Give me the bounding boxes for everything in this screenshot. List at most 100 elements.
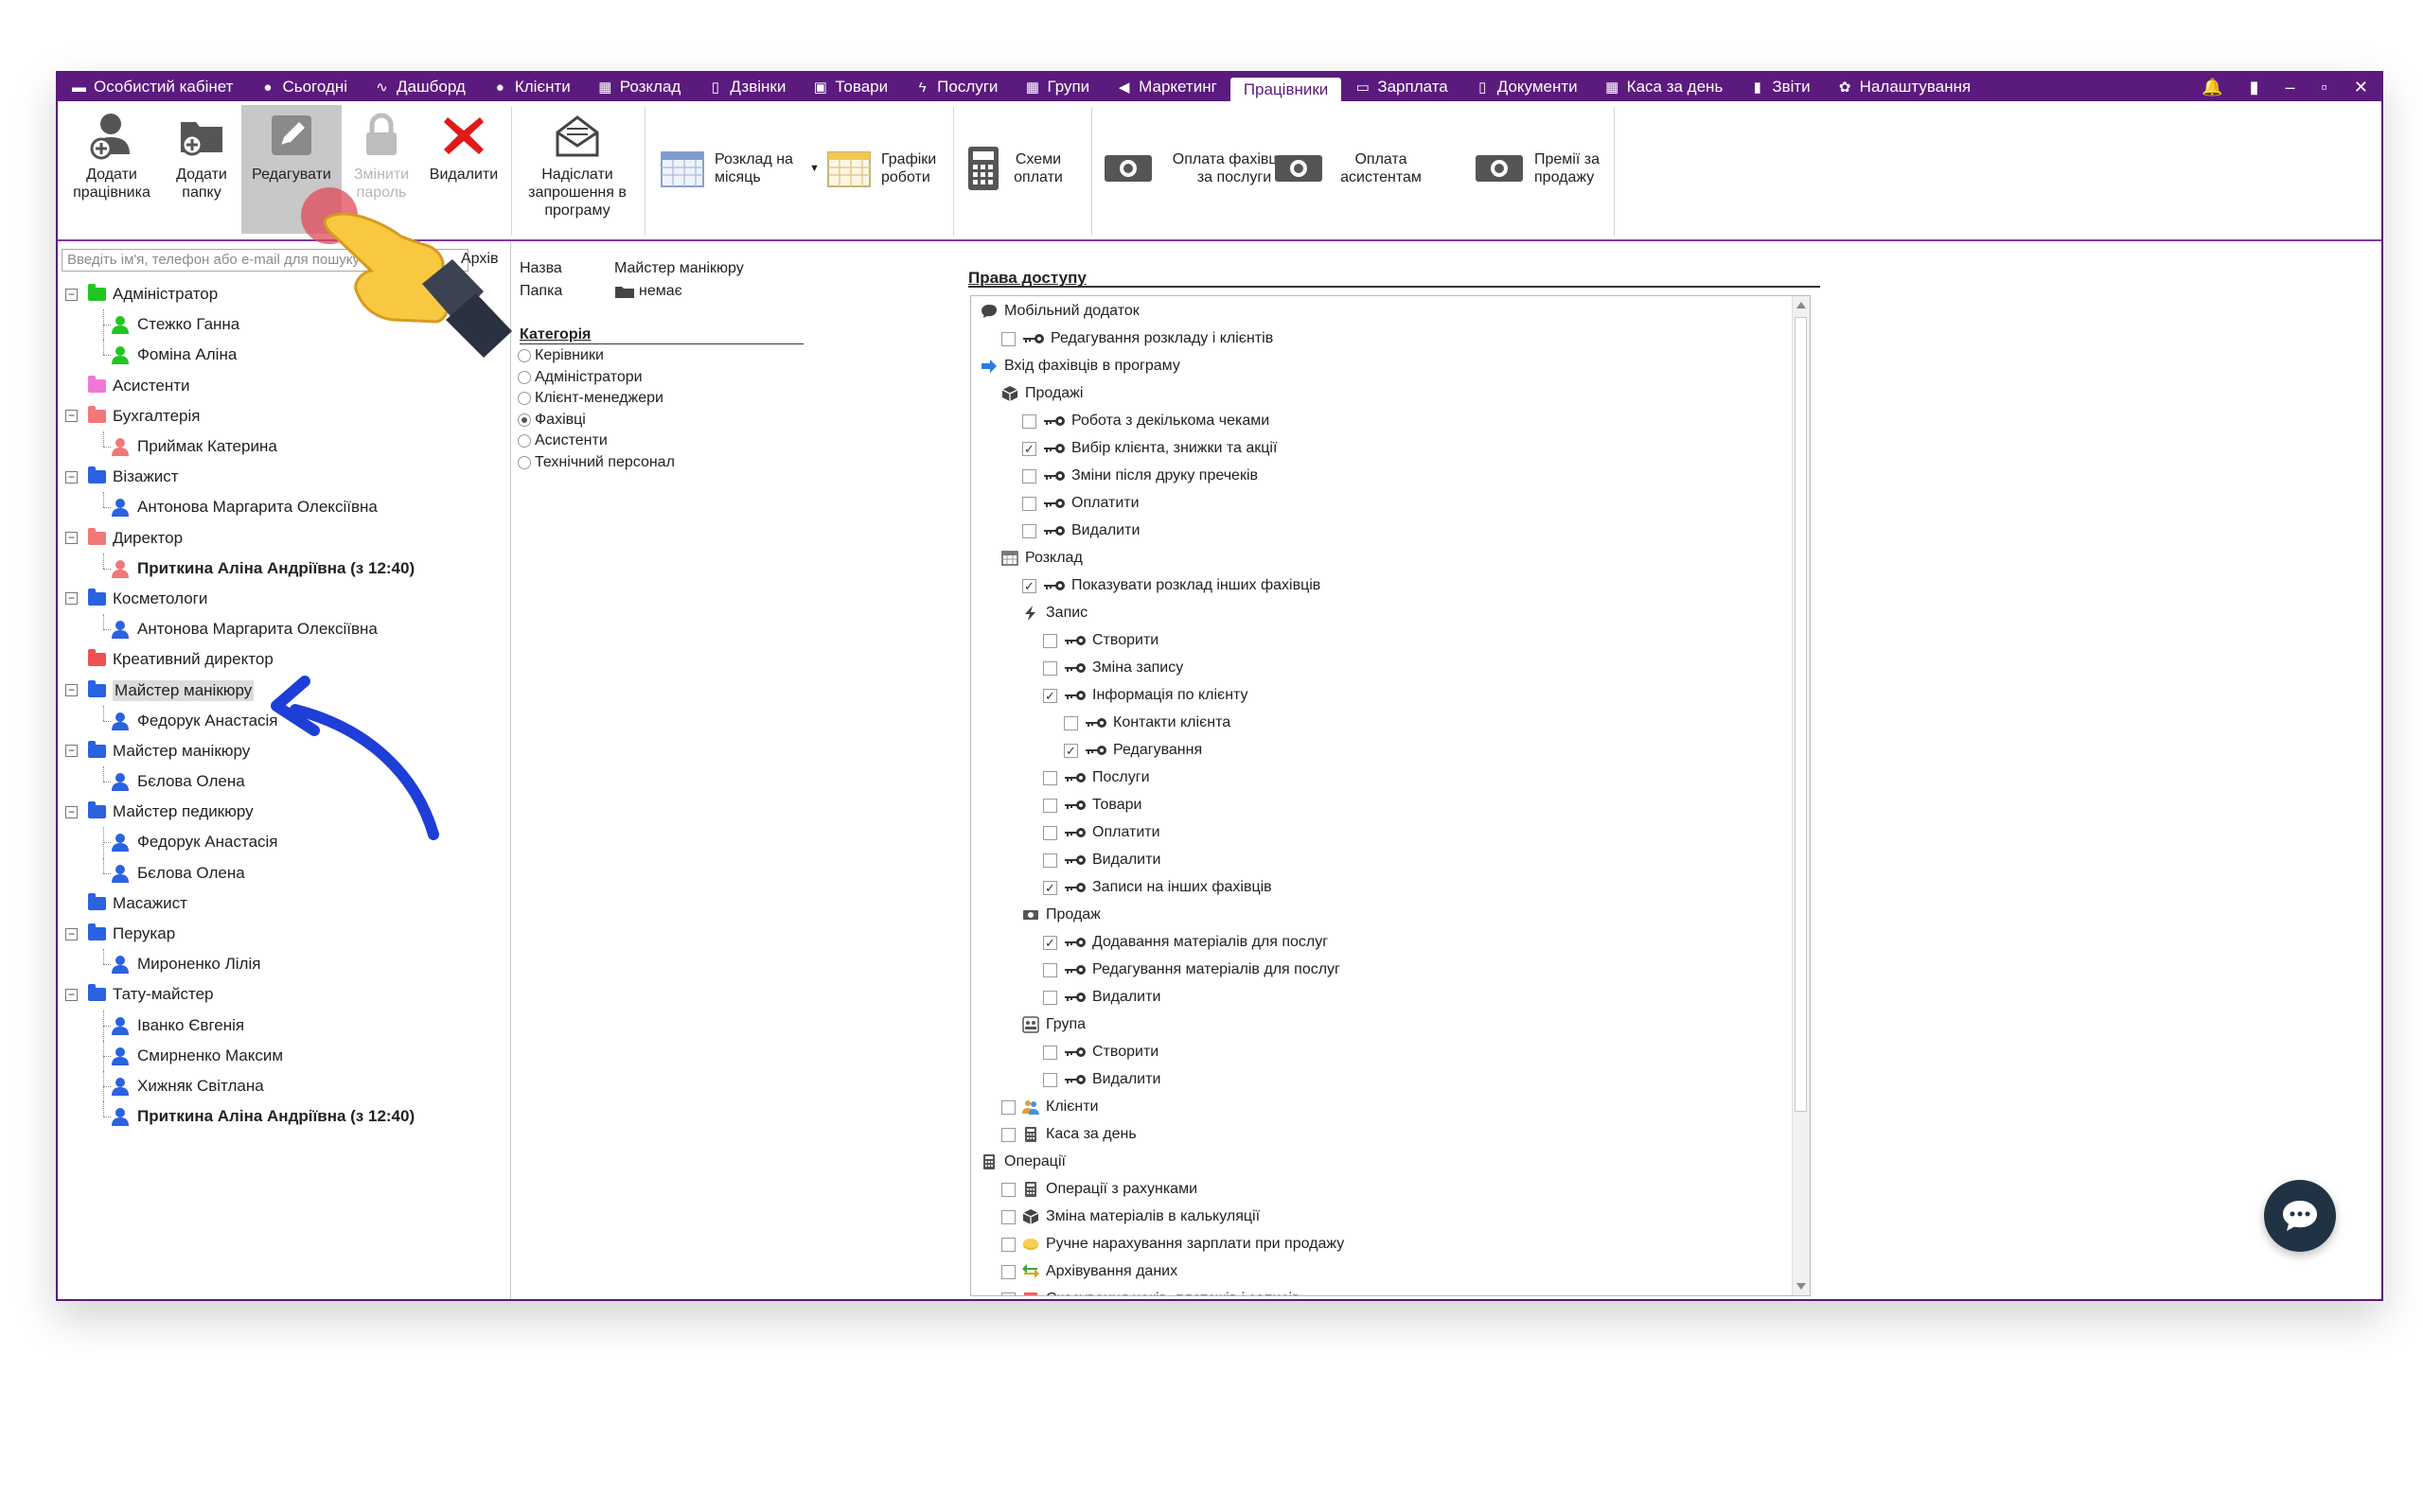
monthly-schedule-button[interactable]: Розклад на місяць ▼	[660, 135, 820, 202]
tree-employee[interactable]: Іванко Євгенія	[62, 1010, 506, 1041]
radio-circle-icon[interactable]	[518, 455, 531, 469]
scrollbar[interactable]	[1792, 296, 1810, 1295]
permission-item[interactable]: Товари	[1043, 792, 1141, 818]
tree-folder[interactable]: − Бухгалтерія	[62, 401, 506, 431]
permission-item[interactable]: ✓ Вибір клієнта, знижки та акції	[1022, 435, 1277, 462]
maximize-icon[interactable]: ▫	[2308, 78, 2341, 97]
access-rights-list[interactable]: Мобільний додаток Редагування розкладу і …	[970, 295, 1811, 1296]
permission-item[interactable]: Операції з рахунками	[1001, 1176, 1197, 1203]
category-radio[interactable]: Технічний персонал	[518, 454, 675, 471]
dropdown-arrow-icon[interactable]: ▼	[809, 160, 820, 178]
tree-folder[interactable]: Асистенти	[62, 371, 506, 401]
permission-checkbox[interactable]	[1043, 770, 1057, 785]
permission-checkbox[interactable]: ✓	[1064, 743, 1078, 758]
permission-item[interactable]: Зміна запису	[1043, 655, 1183, 681]
permission-checkbox[interactable]	[1001, 1264, 1016, 1279]
nav-item-3[interactable]: ● Клієнти	[479, 73, 584, 101]
nav-item-4[interactable]: ▦ Розклад	[584, 73, 695, 101]
permission-group[interactable]: Група	[1022, 1011, 1086, 1038]
collapse-toggle-icon[interactable]: −	[65, 532, 78, 545]
permission-checkbox[interactable]	[1022, 523, 1036, 538]
permission-checkbox[interactable]	[1001, 1237, 1016, 1252]
permission-checkbox[interactable]	[1043, 853, 1057, 868]
permission-item[interactable]: Видалити	[1043, 984, 1160, 1011]
permission-group[interactable]: Вхід фахівців в програму	[981, 353, 1180, 379]
scroll-up-icon[interactable]	[1796, 302, 1806, 308]
pay-assistants-button[interactable]: Оплата асистентам	[1273, 135, 1428, 202]
permission-item[interactable]: Контакти клієнта	[1064, 710, 1230, 736]
radio-circle-icon[interactable]	[518, 349, 531, 362]
permission-item[interactable]: Видалити	[1043, 1066, 1160, 1093]
tree-employee[interactable]: Бєлова Олена	[62, 857, 506, 888]
tree-employee[interactable]: Хижняк Світлана	[62, 1070, 506, 1102]
permission-item[interactable]: Редагування матеріалів для послуг	[1043, 957, 1340, 983]
nav-item-11[interactable]: ▭ Зарплата	[1341, 73, 1460, 101]
tree-employee[interactable]: Приткина Аліна Андріївна (з 12:40)	[62, 1101, 506, 1132]
permission-checkbox[interactable]	[1043, 660, 1057, 676]
permission-item[interactable]: Робота з декількома чеками	[1022, 408, 1269, 434]
permission-checkbox[interactable]	[1043, 825, 1057, 840]
permission-group[interactable]: Продажі	[1001, 380, 1083, 407]
permission-item[interactable]: Скасування чеків, платежів і записів	[1001, 1286, 1300, 1295]
send-invite-button[interactable]: Надіслати запрошення в програму	[516, 105, 639, 234]
permission-checkbox[interactable]	[1043, 1072, 1057, 1087]
clipboard-icon[interactable]: ▮	[2237, 78, 2273, 97]
permission-group[interactable]: Операції	[981, 1149, 1066, 1175]
close-icon[interactable]: ✕	[2341, 78, 2381, 97]
permission-item[interactable]: Оплатити	[1022, 490, 1140, 517]
tree-folder[interactable]: − Візажист	[62, 462, 506, 492]
nav-item-7[interactable]: ϟ Послуги	[901, 73, 1011, 101]
nav-item-8[interactable]: ▦ Групи	[1011, 73, 1103, 101]
permission-checkbox[interactable]	[1043, 990, 1057, 1005]
radio-circle-icon[interactable]	[518, 370, 531, 384]
radio-circle-icon[interactable]	[518, 434, 531, 448]
permission-checkbox[interactable]	[1001, 1099, 1016, 1115]
minimize-icon[interactable]: –	[2273, 78, 2308, 97]
permission-group[interactable]: Продаж	[1022, 902, 1101, 928]
tree-employee[interactable]: Мироненко Лілія	[62, 949, 506, 979]
collapse-toggle-icon[interactable]: −	[65, 927, 78, 941]
category-radio[interactable]: Фахівці	[518, 412, 586, 429]
collapse-toggle-icon[interactable]: −	[65, 805, 78, 818]
tree-employee[interactable]: Приткина Аліна Андріївна (з 12:40)	[62, 553, 506, 584]
collapse-toggle-icon[interactable]: −	[65, 684, 78, 697]
permission-item[interactable]: ✓ Показувати розклад інших фахівців	[1022, 572, 1320, 599]
tree-folder[interactable]: − Тату-майстер	[62, 979, 506, 1010]
permission-checkbox[interactable]	[1022, 413, 1036, 429]
tree-folder[interactable]: − Перукар	[62, 919, 506, 949]
permission-checkbox[interactable]	[1043, 798, 1057, 813]
nav-item-1[interactable]: ● Сьогодні	[246, 73, 361, 101]
permission-item[interactable]: Ручне нарахування зарплати при продажу	[1001, 1231, 1344, 1257]
collapse-toggle-icon[interactable]: −	[65, 470, 78, 483]
collapse-toggle-icon[interactable]: −	[65, 592, 78, 606]
permission-checkbox[interactable]	[1043, 962, 1057, 977]
permission-item[interactable]: Клієнти	[1001, 1094, 1098, 1120]
permission-item[interactable]: Створити	[1043, 627, 1158, 654]
permission-item[interactable]: Зміни після друку пречеків	[1022, 463, 1258, 489]
permission-checkbox[interactable]: ✓	[1022, 441, 1036, 456]
permission-checkbox[interactable]	[1022, 496, 1036, 511]
collapse-toggle-icon[interactable]: −	[65, 988, 78, 1001]
permission-checkbox[interactable]	[1001, 331, 1016, 346]
permission-group[interactable]: Розклад	[1001, 545, 1083, 571]
work-graphs-button[interactable]: Графіки роботи	[826, 135, 951, 202]
radio-circle-icon[interactable]	[518, 413, 531, 427]
nav-item-10[interactable]: Працівники	[1229, 78, 1342, 101]
tree-employee[interactable]: Антонова Маргарита Олексіївна	[62, 492, 506, 522]
bell-icon[interactable]: 🔔	[2188, 78, 2236, 97]
permission-checkbox[interactable]	[1022, 468, 1036, 483]
tree-employee[interactable]: Смирненко Максим	[62, 1040, 506, 1071]
permission-item[interactable]: ✓ Інформація по клієнту	[1043, 682, 1248, 709]
permission-checkbox[interactable]: ✓	[1022, 578, 1036, 593]
category-radio[interactable]: Клієнт-менеджери	[518, 390, 663, 407]
tree-folder[interactable]: Масажист	[62, 888, 506, 919]
permission-checkbox[interactable]	[1043, 633, 1057, 648]
nav-item-14[interactable]: ▮ Звіти	[1736, 73, 1823, 101]
pay-schemes-button[interactable]: Схеми оплати	[966, 135, 1067, 202]
nav-item-0[interactable]: ▬ Особистий кабінет	[58, 73, 246, 101]
nav-item-15[interactable]: ✿ Налаштування	[1824, 73, 1985, 101]
permission-item[interactable]: Оплатити	[1043, 819, 1160, 846]
nav-item-9[interactable]: ◀ Маркетинг	[1103, 73, 1230, 101]
permission-checkbox[interactable]	[1043, 1045, 1057, 1060]
permission-item[interactable]: Видалити	[1043, 847, 1160, 873]
